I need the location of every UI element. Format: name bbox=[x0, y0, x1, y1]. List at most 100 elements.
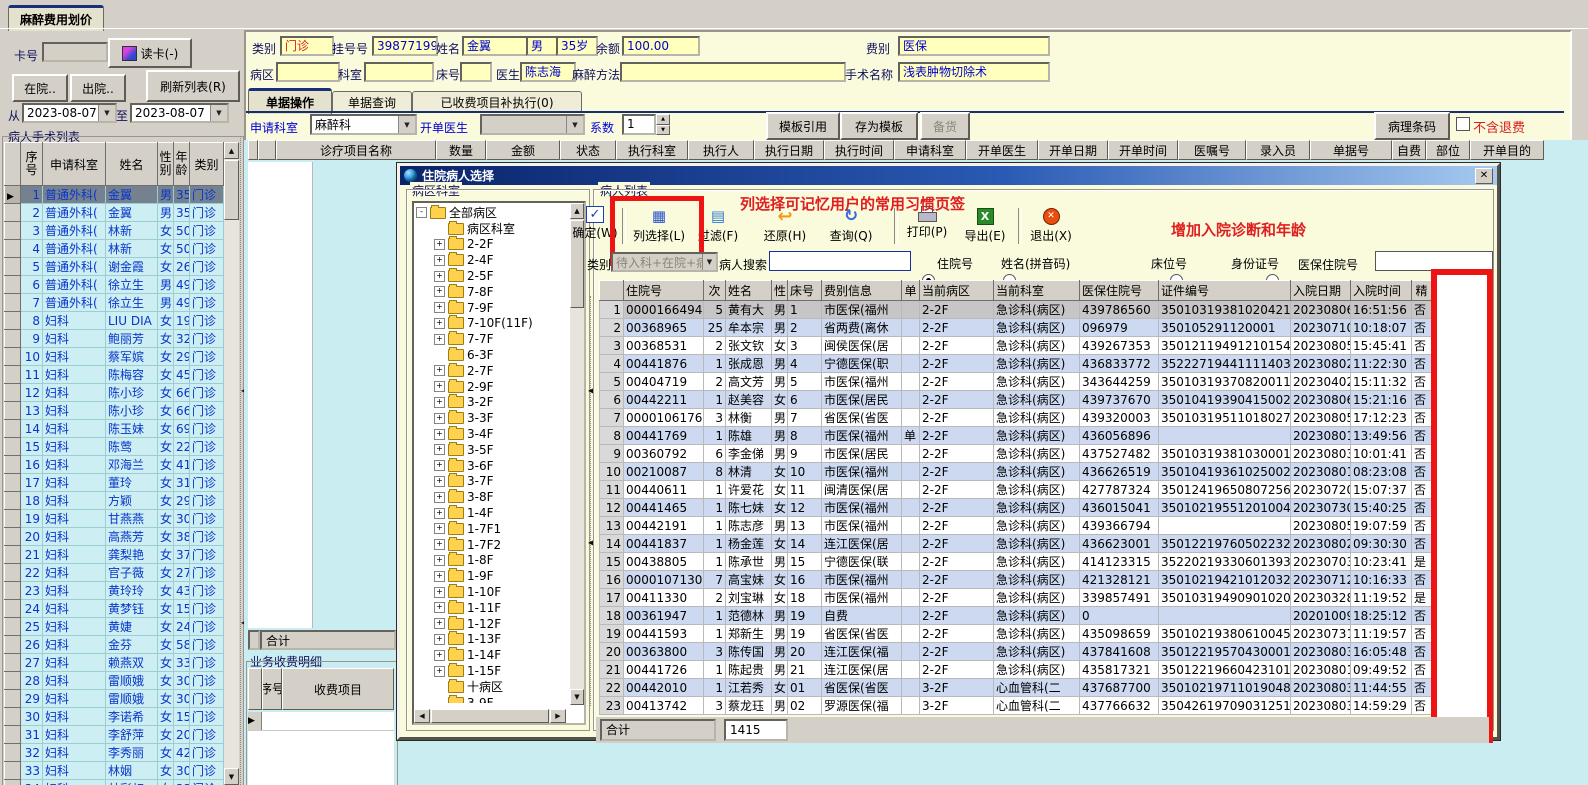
col-jing[interactable]: 精 bbox=[1411, 280, 1431, 301]
surgery-list-row[interactable]: 23 妇科 黄玲玲 女 43岁 门诊 bbox=[4, 581, 224, 600]
surgery-list-row[interactable]: 21 妇科 龚梨艳 女 37岁 门诊 bbox=[4, 545, 224, 564]
patient-search-input[interactable] bbox=[769, 251, 911, 271]
surgery-list-row[interactable]: 5 普通外科( 谢金霞 女 26岁 门诊 bbox=[4, 257, 224, 276]
tree-item[interactable]: + 3-8F bbox=[414, 489, 562, 505]
tree-expander-icon[interactable]: + bbox=[434, 618, 445, 630]
row-selector[interactable] bbox=[4, 293, 21, 312]
tree-expander-icon[interactable]: + bbox=[434, 475, 445, 487]
col-sex[interactable]: 性别 bbox=[157, 142, 174, 186]
tree-item[interactable]: + 1-15F bbox=[414, 663, 562, 679]
feetype-field[interactable]: 医保 bbox=[898, 36, 1050, 56]
col-order-purpose[interactable]: 开单目的 bbox=[1470, 140, 1544, 160]
col-no[interactable]: 序号 bbox=[20, 142, 43, 186]
surgery-list-row[interactable]: 17 妇科 董玲 女 31岁 门诊 bbox=[4, 473, 224, 492]
tree-expander-icon[interactable]: + bbox=[434, 238, 445, 250]
exit-button[interactable]: ✕ 退出(X) bbox=[1026, 206, 1076, 244]
tree-item[interactable]: + 1-8F bbox=[414, 552, 562, 569]
col-name[interactable]: 姓名 bbox=[105, 142, 158, 186]
col-receipt-no[interactable]: 单据号 bbox=[1310, 140, 1392, 160]
tree-item[interactable]: + 2-9F bbox=[414, 378, 562, 395]
tree-expander-icon[interactable]: + bbox=[434, 428, 445, 440]
patient-row[interactable]: 4 00441876 1 张成恩 男 4 宁德医保(职 2-2F 急诊科(病区) 436833… bbox=[599, 354, 1431, 373]
pathology-barcode-button[interactable]: 病理条码 bbox=[1374, 112, 1450, 140]
tree-item[interactable]: + 2-4F bbox=[414, 252, 562, 268]
tree-expander-icon[interactable]: + bbox=[434, 412, 445, 424]
detail-col-no[interactable]: 序号 bbox=[262, 668, 282, 710]
patient-row[interactable]: 16 0000107130 7 高宝妹 女 16 市医保(福州 2-2F 急诊科(病区) 42… bbox=[599, 570, 1431, 589]
col-dan[interactable]: 单 bbox=[901, 280, 920, 301]
order-doctor-combobox[interactable]: ▼ bbox=[480, 114, 585, 135]
balance-field[interactable]: 100.00 bbox=[622, 36, 700, 56]
scroll-up-icon[interactable]: ▲ bbox=[224, 142, 239, 159]
col-admit-time[interactable]: 入院时间 bbox=[1350, 280, 1412, 301]
row-selector[interactable] bbox=[4, 329, 21, 348]
dialog-titlebar[interactable]: 住院病人选择 ✕ bbox=[400, 166, 1497, 185]
patient-row[interactable]: 15 00438805 1 陈承世 男 15 宁德医保(联 2-2F 急诊科(病区) 4141… bbox=[599, 552, 1431, 571]
row-selector[interactable] bbox=[4, 203, 21, 222]
col-cert-no[interactable]: 证件编号 bbox=[1158, 280, 1291, 301]
col-admit-date[interactable]: 入院日期 bbox=[1290, 280, 1351, 301]
tree-item[interactable]: + 7-7F bbox=[414, 331, 562, 347]
no-refund-checkbox[interactable] bbox=[1456, 117, 1470, 131]
surgery-list-row[interactable]: 7 普通外科( 徐立生 男 49岁 门诊 bbox=[4, 293, 224, 312]
row-selector[interactable] bbox=[4, 491, 21, 510]
tab-charged-items[interactable]: 已收费项目补执行(0) bbox=[412, 91, 582, 112]
row-selector[interactable] bbox=[4, 635, 21, 654]
surgery-list-row[interactable]: 19 妇科 甘燕燕 女 30岁 门诊 bbox=[4, 509, 224, 528]
tree-expander-icon[interactable]: + bbox=[434, 317, 445, 329]
tree-expander-icon[interactable]: + bbox=[434, 633, 445, 645]
bed-field[interactable] bbox=[460, 62, 492, 82]
tree-expander-icon[interactable]: + bbox=[434, 602, 445, 614]
col-type[interactable]: 类别 bbox=[189, 142, 224, 186]
patient-row[interactable]: 19 00441593 1 郑新生 男 19 省医保(省医 2-2F 急诊科(病区) 4350… bbox=[599, 624, 1431, 643]
surgery-list-row[interactable]: 8 妇科 LIU DIA 女 19岁 门诊 bbox=[4, 311, 224, 330]
scroll-right-icon[interactable]: ▶ bbox=[550, 709, 566, 723]
surgery-list-row[interactable]: 15 妇科 陈莺 女 22岁 门诊 bbox=[4, 437, 224, 456]
tree-expander-icon[interactable]: + bbox=[434, 365, 445, 377]
patient-row[interactable]: 22 00442010 1 江若秀 女 01 省医保(省医 3-2F 心血管科(二 43768… bbox=[599, 678, 1431, 697]
patient-row[interactable]: 18 00361947 1 范德林 男 19 自费 2-2F 急诊科(病区) 0 202010… bbox=[599, 606, 1431, 625]
coefficient-stepper[interactable]: 1 ▲ ▼ bbox=[622, 114, 670, 135]
col-psex[interactable]: 性 bbox=[771, 280, 788, 301]
refresh-list-button[interactable]: 刷新列表(R) bbox=[146, 70, 240, 102]
tree-expander-icon[interactable]: + bbox=[434, 333, 445, 345]
surgery-list-row[interactable]: 1 普通外科( 金翼 男 35岁 门诊 bbox=[4, 185, 224, 204]
tree-item[interactable]: + 3-3F bbox=[414, 410, 562, 426]
patient-row[interactable]: 12 00441465 1 陈七妹 女 12 市医保(福州 2-2F 急诊科(病区) 4360… bbox=[599, 498, 1431, 517]
row-selector[interactable] bbox=[4, 671, 21, 690]
col-executor[interactable]: 执行人 bbox=[688, 140, 754, 160]
tree-expander-icon[interactable]: + bbox=[434, 286, 445, 298]
tab-order-query[interactable]: 单据查询 bbox=[332, 91, 412, 112]
surgery-list-row[interactable]: 18 妇科 方颖 女 29岁 门诊 bbox=[4, 491, 224, 510]
tree-expander-icon[interactable]: + bbox=[434, 649, 445, 661]
surgery-list-row[interactable]: 3 普通外科( 林新 女 50岁 门诊 bbox=[4, 221, 224, 240]
card-no-input[interactable] bbox=[42, 42, 108, 62]
surgery-list-row[interactable]: 20 妇科 高燕芳 女 38岁 门诊 bbox=[4, 527, 224, 546]
anesthesia-field[interactable] bbox=[620, 62, 846, 82]
tree-item[interactable]: 十病区 bbox=[414, 678, 562, 695]
col-exec-date[interactable]: 执行日期 bbox=[754, 140, 824, 160]
tree-item[interactable]: + 1-14F bbox=[414, 647, 562, 663]
tree-item[interactable]: + 2-2F bbox=[414, 236, 562, 253]
patient-row[interactable]: 3 00368531 2 张文钦 女 3 闽侯医保(居 2-2F 急诊科(病区) 439267… bbox=[599, 336, 1431, 355]
patient-row[interactable]: 11 00440611 1 许爱花 女 11 闽清医保(居 2-2F 急诊科(病区) 4277… bbox=[599, 480, 1431, 499]
row-selector[interactable] bbox=[4, 455, 21, 474]
tree-item[interactable]: + 1-9F bbox=[414, 568, 562, 584]
tree-item[interactable]: + 1-7F2 bbox=[414, 536, 562, 553]
surgery-list-scrollbar[interactable]: ▲ ▼ bbox=[224, 142, 239, 785]
surgery-list-row[interactable]: 14 妇科 陈玉妹 女 69岁 门诊 bbox=[4, 419, 224, 438]
tree-expander-icon[interactable]: + bbox=[434, 570, 445, 582]
col-insurance-no[interactable]: 医保住院号 bbox=[1079, 280, 1159, 301]
row-selector[interactable] bbox=[4, 401, 21, 420]
row-selector[interactable] bbox=[4, 257, 21, 276]
patient-row[interactable]: 17 00411330 2 刘宝琳 女 18 市医保(福州 2-2F 急诊科(病区) 3398… bbox=[599, 588, 1431, 607]
tree-expander-icon[interactable]: + bbox=[434, 507, 445, 519]
patient-row[interactable]: 8 00441769 1 陈雄 男 8 市医保(福州单 2-2F 急诊科(病区) 436056… bbox=[599, 426, 1431, 445]
row-selector[interactable] bbox=[4, 761, 21, 780]
surgery-list-row[interactable]: 16 妇科 邓海兰 女 41岁 门诊 bbox=[4, 455, 224, 474]
row-selector[interactable] bbox=[4, 689, 21, 708]
template-save-button[interactable]: 存为模板 bbox=[840, 112, 918, 140]
col-times[interactable]: 次 bbox=[703, 280, 726, 301]
scrollbar-thumb[interactable] bbox=[431, 709, 549, 723]
surgery-list-row[interactable]: 33 妇科 林姻 女 30岁 门诊 bbox=[4, 761, 224, 780]
